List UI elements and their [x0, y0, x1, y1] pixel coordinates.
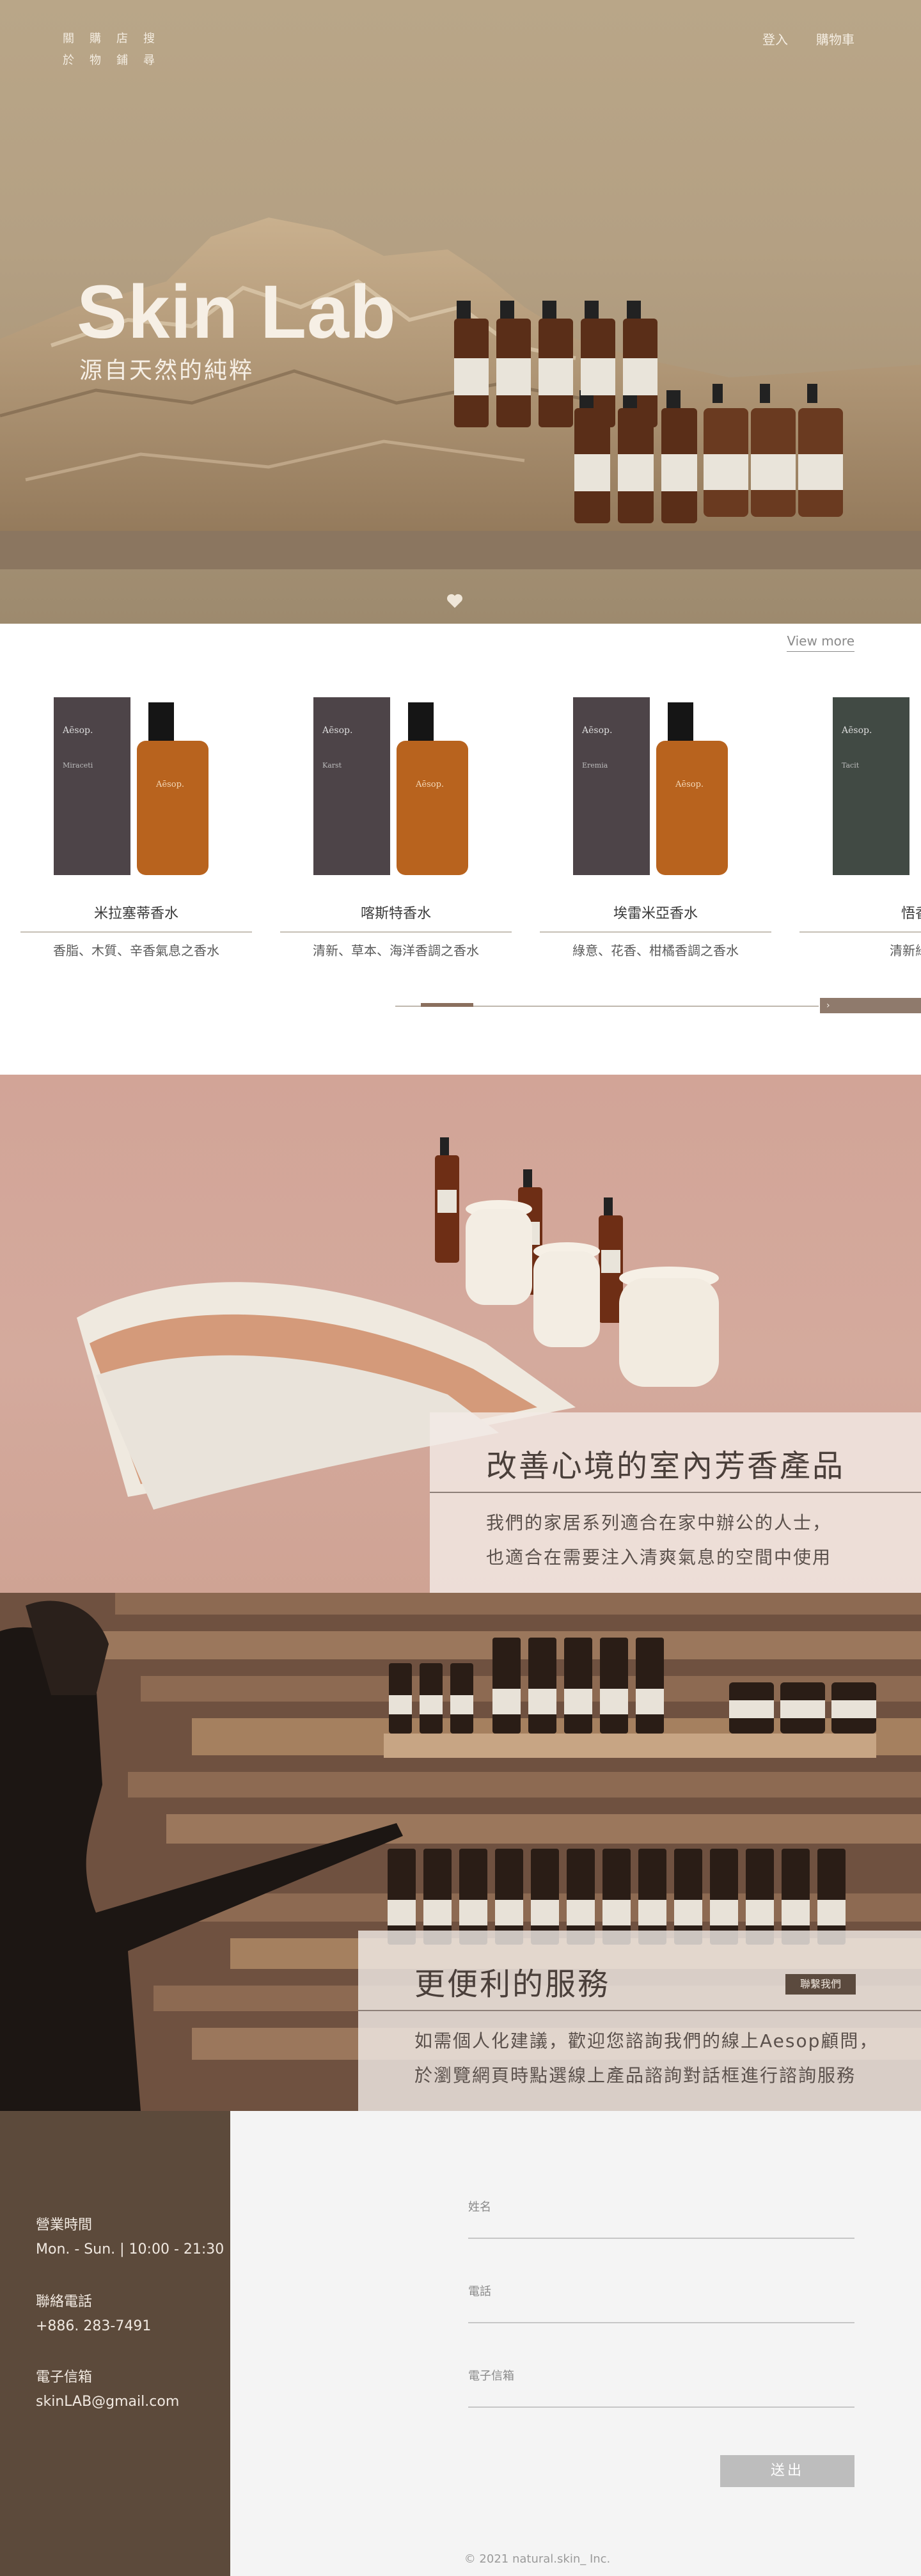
- brand-label: Aēsop.: [841, 725, 872, 736]
- contact-us-button[interactable]: 聯繫我們: [785, 1974, 856, 1995]
- email-field-label: 電子信箱: [468, 2369, 514, 2383]
- box-label: Tacit: [842, 761, 860, 770]
- nav-char: 關: [63, 32, 75, 45]
- chevron-right-icon: ›: [826, 1000, 830, 1011]
- cart-link[interactable]: 購物車: [816, 29, 854, 48]
- product-image: Aēsop. Tacit: [833, 697, 909, 875]
- box-label: Eremia: [582, 761, 608, 770]
- product-description: 綠意、花香、柑橘香調之香水: [572, 943, 739, 958]
- contact-form: 姓名 電話 電子信箱 送出 © 2021 natural.skin_ Inc.: [230, 2111, 921, 2576]
- email-input[interactable]: [468, 2406, 854, 2408]
- nav-char: 於: [63, 54, 75, 67]
- brand-label: Aēsop.: [155, 780, 184, 789]
- carousel-scroll-thumb[interactable]: [421, 1003, 473, 1007]
- home-fragrance-panel: 改善心境的室內芳香產品 我們的家居系列適合在家中辦公的人士， 也適合在需要注入清…: [430, 1412, 921, 1593]
- product-image: Aēsop. Miraceti Aēsop.: [54, 697, 209, 875]
- nav-item-shopping[interactable]: 購 物: [90, 29, 102, 68]
- product-name: 喀斯特香水: [280, 902, 512, 933]
- phone-input[interactable]: [468, 2322, 854, 2323]
- nav-char: 鋪: [116, 54, 129, 67]
- product-image: Aēsop. Eremia Aēsop.: [573, 697, 728, 875]
- product-description: 清新、草本、海洋香調之香水: [313, 943, 479, 958]
- hours-label: 營業時間: [36, 2217, 93, 2233]
- phone-block: 聯絡電話 +886. 283-7491: [36, 2290, 151, 2334]
- section-description: 我們的家居系列適合在家中辦公的人士， 也適合在需要注入清爽氣息的空間中使用: [486, 1506, 831, 1575]
- heart-icon[interactable]: [445, 591, 464, 610]
- brand-label: Aēsop.: [581, 725, 612, 736]
- product-carousel: Aēsop. Miraceti Aēsop. 米拉塞蒂香水 香脂、木質、辛香氣息…: [20, 678, 921, 979]
- description-line: 也適合在需要注入清爽氣息的空間中使用: [486, 1547, 832, 1568]
- product-name: 米拉塞蒂香水: [20, 902, 252, 933]
- section-title: 更便利的服務: [414, 1966, 611, 2002]
- nav-char: 尋: [143, 54, 156, 67]
- phone-field-label: 電話: [468, 2285, 491, 2298]
- phone-label: 聯絡電話: [36, 2294, 93, 2310]
- phone-field: 電話: [468, 2282, 854, 2323]
- description-line: 於瀏覽網頁時點選線上產品諮詢對話框進行諮詢服務: [414, 2065, 856, 2086]
- name-input[interactable]: [468, 2238, 854, 2239]
- divider: [430, 1492, 921, 1493]
- login-link[interactable]: 登入: [762, 29, 788, 48]
- phone-value[interactable]: +886. 283-7491: [36, 2318, 151, 2334]
- service-section: 更便利的服務 聯繫我們 如需個人化建議，歡迎您諮詢我們的線上Aesop顧問， 於…: [0, 1593, 921, 2111]
- product-card[interactable]: Aēsop. Tacit 悟香 清新綠色: [799, 678, 921, 966]
- product-name: 埃雷米亞香水: [540, 902, 771, 933]
- email-field: 電子信箱: [468, 2367, 854, 2408]
- brand-label: Aēsop.: [62, 725, 93, 736]
- product-image: Aēsop. Karst Aēsop.: [313, 697, 468, 875]
- product-card[interactable]: Aēsop. Karst Aēsop. 喀斯特香水 清新、草本、海洋香調之香水: [280, 678, 512, 966]
- name-field-label: 姓名: [468, 2201, 491, 2214]
- nav-char: 搜: [143, 32, 156, 45]
- description-line: 我們的家居系列適合在家中辦公的人士，: [486, 1512, 832, 1533]
- divider: [358, 2010, 921, 2011]
- brand-label: Aēsop.: [675, 780, 704, 789]
- product-card[interactable]: Aēsop. Eremia Aēsop. 埃雷米亞香水 綠意、花香、柑橘香調之香…: [540, 678, 771, 966]
- submit-button[interactable]: 送出: [720, 2455, 854, 2487]
- nav-item-store[interactable]: 店 鋪: [116, 29, 129, 68]
- box-label: Karst: [322, 761, 342, 770]
- product-description: 清新綠色: [890, 943, 921, 958]
- section-description: 如需個人化建議，歡迎您諮詢我們的線上Aesop顧問， 於瀏覽網頁時點選線上產品諮…: [414, 2024, 878, 2093]
- copyright-text: © 2021 natural.skin_ Inc.: [464, 2552, 611, 2566]
- serum-bottles-illustration: [454, 301, 843, 523]
- view-more-link[interactable]: View more: [787, 633, 854, 652]
- user-nav: 登入 購物車: [762, 29, 854, 48]
- hero-title: Skin Lab: [77, 270, 397, 354]
- store-info-panel: 營業時間 Mon. - Sun. | 10:00 - 21:30 聯絡電話 +8…: [0, 2111, 230, 2576]
- description-line: 如需個人化建議，歡迎您諮詢我們的線上Aesop顧問，: [414, 2030, 879, 2051]
- brand-label: Aēsop.: [322, 725, 352, 736]
- nav-char: 店: [116, 32, 129, 45]
- service-panel: 更便利的服務 聯繫我們 如需個人化建議，歡迎您諮詢我們的線上Aesop顧問， 於…: [358, 1931, 921, 2111]
- product-card[interactable]: Aēsop. Miraceti Aēsop. 米拉塞蒂香水 香脂、木質、辛香氣息…: [20, 678, 252, 966]
- carousel-next-button[interactable]: ›: [820, 998, 921, 1013]
- email-value[interactable]: skinLAB@gmail.com: [36, 2394, 179, 2410]
- nav-char: 購: [90, 32, 102, 45]
- nav-char: 物: [90, 54, 102, 67]
- hero-banner: 關 於 購 物 店 鋪 搜 尋 登入 購物車 Skin Lab 源自天然的純粹: [0, 0, 921, 624]
- nav-item-about[interactable]: 關 於: [63, 29, 75, 68]
- email-label: 電子信箱: [36, 2369, 93, 2385]
- product-name: 悟香: [799, 902, 921, 933]
- name-field: 姓名: [468, 2198, 854, 2239]
- box-label: Miraceti: [63, 761, 93, 770]
- email-block: 電子信箱 skinLAB@gmail.com: [36, 2366, 179, 2410]
- hours-block: 營業時間 Mon. - Sun. | 10:00 - 21:30: [36, 2213, 224, 2257]
- main-nav: 關 於 購 物 店 鋪 搜 尋: [63, 29, 156, 68]
- home-fragrance-section: 改善心境的室內芳香產品 我們的家居系列適合在家中辦公的人士， 也適合在需要注入清…: [0, 1075, 921, 1593]
- product-description: 香脂、木質、辛香氣息之香水: [53, 943, 219, 958]
- section-title: 改善心境的室內芳香產品: [486, 1448, 846, 1484]
- nav-item-search[interactable]: 搜 尋: [143, 29, 156, 68]
- hours-value: Mon. - Sun. | 10:00 - 21:30: [36, 2241, 224, 2257]
- brand-label: Aēsop.: [415, 780, 444, 789]
- hero-subtitle: 源自天然的純粹: [79, 358, 255, 384]
